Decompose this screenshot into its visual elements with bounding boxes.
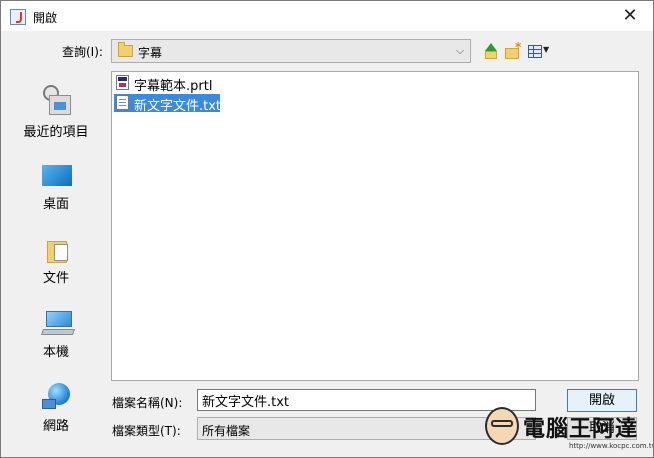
file-name: 字幕範本.prtl [134,79,213,94]
place-documents[interactable]: 文件 [13,237,99,287]
documents-icon [47,237,69,263]
watermark-url: http://www.kocpc.com.tw [569,442,654,450]
place-network[interactable]: 網路 [13,383,99,434]
network-icon [42,383,74,413]
file-list[interactable]: 字幕範本.prtl 新文字文件.txt [111,71,639,381]
filename-label: 檔案名稱(N): [112,396,183,410]
file-name: 新文字文件.txt [134,99,222,114]
look-in-value: 字幕 [138,46,163,60]
view-menu-button[interactable]: ▼ [528,43,554,61]
prtl-file-icon [116,75,129,90]
look-in-label: 查詢(I): [62,45,103,59]
look-in-combobox[interactable]: 字幕 ⌵ [111,39,471,63]
title-bar: 開啟 ✕ [1,1,653,31]
watermark-brand: 電腦王阿達 [523,417,639,442]
recent-items-icon [41,85,73,117]
place-label-recent: 最近的項目 [23,125,89,140]
filetype-value: 所有檔案 [202,424,251,438]
new-folder-icon[interactable] [504,40,522,61]
place-recent-items[interactable]: 最近的項目 [13,85,99,141]
java-app-icon [10,9,26,25]
place-label-network: 網路 [42,419,69,434]
desktop-icon [42,165,72,186]
place-desktop[interactable]: 桌面 [13,163,99,213]
up-folder-icon[interactable] [482,43,500,61]
dropdown-arrow-icon: ▼ [543,45,550,54]
file-item-txt-selected[interactable]: 新文字文件.txt [114,94,222,114]
places-bar: 最近的項目 桌面 文件 本機 網路 [13,71,99,447]
open-file-dialog: 開啟 ✕ 查詢(I): 字幕 ⌵ ▼ 最近的項目 桌面 文件 [0,0,654,458]
watermark-logo: 電腦王阿達 http://www.kocpc.com.tw [477,405,653,457]
place-label-desktop: 桌面 [42,197,69,212]
mascot-face-icon [485,407,519,445]
folder-icon [118,42,133,57]
window-title: 開啟 [33,11,58,25]
list-view-icon [528,45,542,58]
this-pc-icon [40,311,76,337]
text-file-icon [116,95,129,110]
close-button[interactable]: ✕ [607,1,653,31]
place-this-pc[interactable]: 本機 [13,309,99,360]
file-item-prtl[interactable]: 字幕範本.prtl [114,74,226,94]
chevron-down-icon[interactable]: ⌵ [450,40,470,62]
place-label-documents: 文件 [42,271,69,286]
place-label-this-pc: 本機 [42,345,69,360]
filetype-label: 檔案類型(T): [112,424,181,438]
